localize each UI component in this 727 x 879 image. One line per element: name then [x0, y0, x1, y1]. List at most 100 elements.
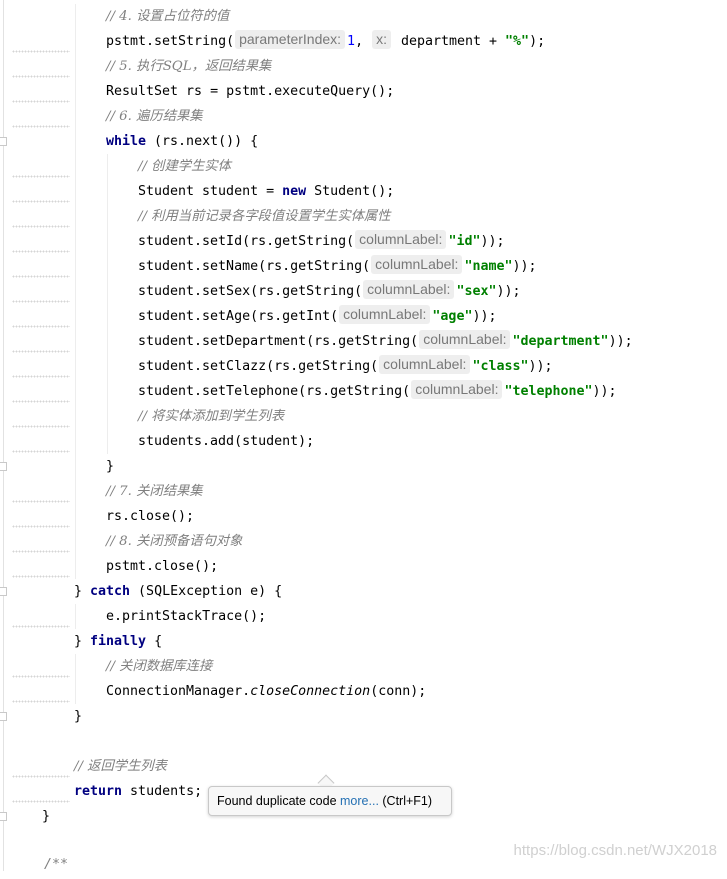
- duplicate-code-marker: [12, 525, 70, 528]
- indent-guide: [75, 679, 76, 704]
- code-line[interactable]: // 关闭数据库连接: [0, 654, 727, 679]
- code-text: student.setAge(rs.getInt(: [138, 309, 339, 324]
- code-line[interactable]: students.add(student);: [0, 429, 727, 454]
- param-hint: columnLabel:: [355, 230, 447, 249]
- code-text: ));: [592, 384, 617, 399]
- string-literal: "%": [505, 34, 530, 49]
- code-text: Student student =: [138, 184, 283, 199]
- indent-guide: [107, 179, 108, 204]
- code-line[interactable]: }: [0, 454, 727, 479]
- tooltip-more-link[interactable]: more...: [340, 794, 379, 808]
- string-literal: "age": [432, 309, 473, 324]
- indent-guide: [75, 279, 76, 304]
- indent-guide: [75, 129, 76, 154]
- code-line[interactable]: // 5. 执行SQL，返回结果集: [0, 54, 727, 79]
- code-line[interactable]: student.setClazz(rs.getString(columnLabe…: [0, 354, 727, 379]
- code-line[interactable]: student.setDepartment(rs.getString(colum…: [0, 329, 727, 354]
- fold-marker-icon[interactable]: [0, 587, 7, 596]
- string-literal: "name": [464, 259, 513, 274]
- code-text: ));: [608, 334, 633, 349]
- code-line[interactable]: // 返回学生列表: [0, 754, 727, 779]
- code-line[interactable]: student.setSex(rs.getString(columnLabel:…: [0, 279, 727, 304]
- code-text: student.setName(rs.getString(: [138, 259, 371, 274]
- indent-guide: [75, 504, 76, 529]
- comment: // 关闭数据库连接: [106, 659, 213, 674]
- indent-guide: [75, 404, 76, 429]
- code-editor[interactable]: // 4. 设置占位符的值 pstmt.setString(parameterI…: [0, 0, 727, 872]
- code-text: ResultSet rs = pstmt.executeQuery();: [106, 84, 395, 99]
- code-text: }: [42, 809, 51, 824]
- comment: // 返回学生列表: [74, 759, 167, 774]
- comment: // 5. 执行SQL，返回结果集: [106, 59, 272, 74]
- code-line[interactable]: while (rs.next()) {: [0, 129, 727, 154]
- code-line[interactable]: // 利用当前记录各字段值设置学生实体属性: [0, 204, 727, 229]
- indent-guide: [107, 254, 108, 279]
- duplicate-code-marker: [12, 50, 70, 53]
- code-line[interactable]: ResultSet rs = pstmt.executeQuery();: [0, 79, 727, 104]
- static-method: closeConnection: [250, 684, 371, 699]
- code-text: student.setSex(rs.getString(: [138, 284, 363, 299]
- indent-guide: [75, 654, 76, 679]
- duplicate-code-marker: [12, 100, 70, 103]
- code-text: student.setTelephone(rs.getString(: [138, 384, 411, 399]
- code-text: ));: [528, 359, 553, 374]
- duplicate-code-marker: [12, 325, 70, 328]
- code-text: }: [74, 709, 83, 724]
- code-line[interactable]: // 创建学生实体: [0, 154, 727, 179]
- code-line[interactable]: // 7. 关闭结果集: [0, 479, 727, 504]
- duplicate-code-marker: [12, 625, 70, 628]
- keyword-new: new: [282, 184, 307, 199]
- code-line[interactable]: pstmt.close();: [0, 554, 727, 579]
- fold-marker-icon[interactable]: [0, 137, 7, 146]
- code-text: );: [529, 34, 546, 49]
- code-line[interactable]: pstmt.setString(parameterIndex: 1, x: dep…: [0, 29, 727, 54]
- string-literal: "telephone": [504, 384, 593, 399]
- code-line[interactable]: rs.close();: [0, 504, 727, 529]
- indent-guide: [75, 104, 76, 129]
- duplicate-code-marker: [12, 225, 70, 228]
- indent-guide: [107, 279, 108, 304]
- duplicate-code-marker: [12, 125, 70, 128]
- code-text: (SQLException e) {: [130, 584, 283, 599]
- code-line[interactable]: student.setAge(rs.getInt(columnLabel: "ag…: [0, 304, 727, 329]
- param-hint: columnLabel:: [363, 280, 455, 299]
- indent-guide: [107, 429, 108, 454]
- code-line[interactable]: e.printStackTrace();: [0, 604, 727, 629]
- fold-marker-icon[interactable]: [0, 712, 7, 721]
- code-text: }: [106, 459, 115, 474]
- fold-marker-icon[interactable]: [0, 462, 7, 471]
- duplicate-code-marker: [12, 275, 70, 278]
- code-text: Student();: [306, 184, 395, 199]
- duplicate-code-marker: [12, 425, 70, 428]
- code-line[interactable]: }: [0, 704, 727, 729]
- code-line[interactable]: // 4. 设置占位符的值: [0, 4, 727, 29]
- indent-guide: [107, 354, 108, 379]
- code-line[interactable]: } finally {: [0, 629, 727, 654]
- code-text: student.setId(rs.getString(: [138, 234, 355, 249]
- code-line[interactable]: ConnectionManager.closeConnection(conn);: [0, 679, 727, 704]
- code-line[interactable]: [0, 729, 727, 754]
- code-line[interactable]: Student student = new Student();: [0, 179, 727, 204]
- code-text: student.setDepartment(rs.getString(: [138, 334, 419, 349]
- code-line[interactable]: student.setId(rs.getString(columnLabel: "…: [0, 229, 727, 254]
- code-text: students.add(student);: [138, 434, 315, 449]
- code-line[interactable]: student.setName(rs.getString(columnLabel…: [0, 254, 727, 279]
- code-line[interactable]: // 将实体添加到学生列表: [0, 404, 727, 429]
- code-line[interactable]: } catch (SQLException e) {: [0, 579, 727, 604]
- indent-guide: [75, 29, 76, 54]
- code-line[interactable]: // 6. 遍历结果集: [0, 104, 727, 129]
- duplicate-code-marker: [12, 350, 70, 353]
- duplicate-code-marker: [12, 700, 70, 703]
- code-line[interactable]: // 8. 关闭预备语句对象: [0, 529, 727, 554]
- duplicate-code-marker: [12, 200, 70, 203]
- duplicate-code-marker: [12, 575, 70, 578]
- duplicate-code-marker: [12, 450, 70, 453]
- duplicate-code-marker: [12, 375, 70, 378]
- code-line[interactable]: student.setTelephone(rs.getString(column…: [0, 379, 727, 404]
- string-literal: "id": [448, 234, 481, 249]
- indent-guide: [75, 329, 76, 354]
- code-text: pstmt.close();: [106, 559, 219, 574]
- fold-marker-icon[interactable]: [0, 812, 7, 821]
- doc-comment-start: /**: [44, 857, 69, 872]
- indent-guide: [75, 204, 76, 229]
